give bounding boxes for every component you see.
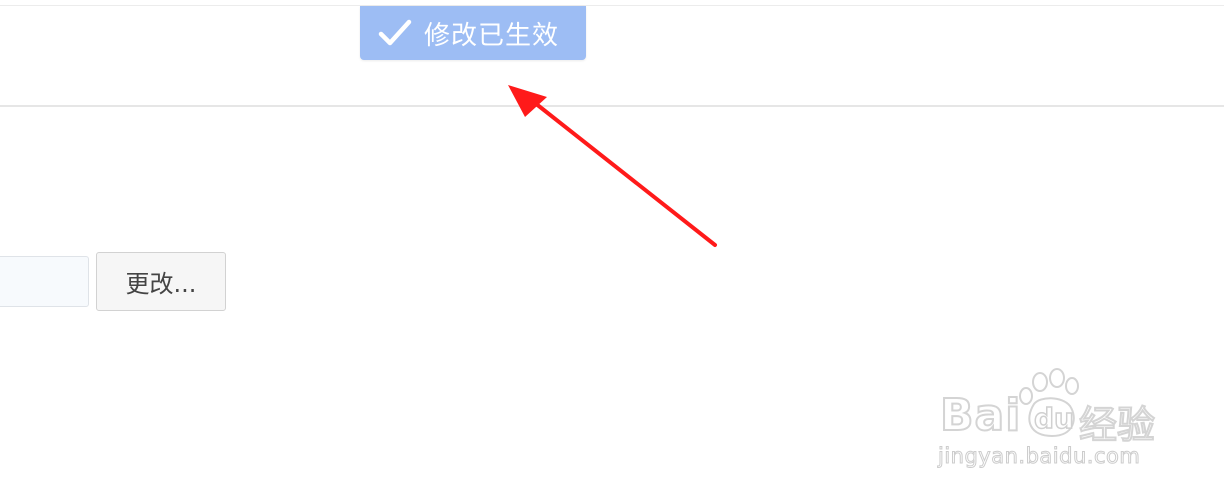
watermark-brand: Bai	[939, 389, 1022, 442]
watermark-brand-badge: du	[1033, 401, 1074, 436]
check-icon	[378, 18, 412, 48]
setting-value-input[interactable]	[0, 256, 89, 307]
watermark-url: jingyan.baidu.com	[937, 444, 1141, 469]
toast-message: 修改已生效	[424, 20, 560, 51]
success-toast: 修改已生效	[360, 6, 586, 60]
change-button[interactable]: 更改...	[96, 252, 226, 311]
annotation-arrow	[508, 85, 717, 247]
baidu-jingyan-watermark: Bai du 经验 jingyan.baidu.com	[936, 366, 1166, 476]
watermark-suffix: 经验	[1078, 402, 1156, 448]
top-divider	[0, 5, 1224, 6]
